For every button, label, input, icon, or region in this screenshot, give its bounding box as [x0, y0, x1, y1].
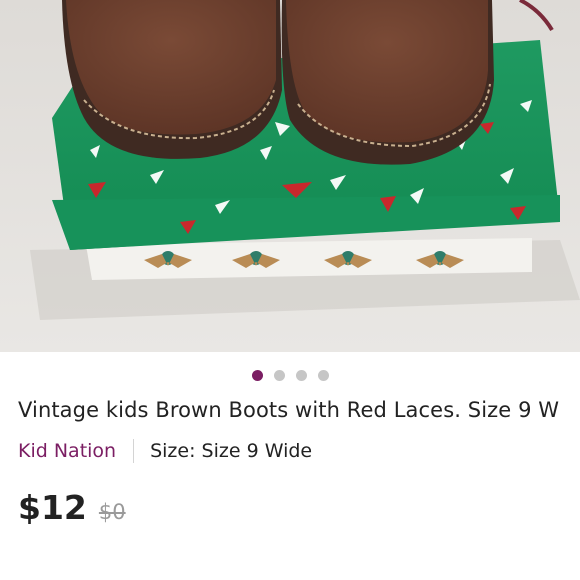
original-price: $0 [98, 500, 126, 524]
size-label-text: Size: [150, 440, 196, 462]
listing-info: Vintage kids Brown Boots with Red Laces.… [18, 394, 566, 527]
brand-link[interactable]: Kid Nation [18, 440, 116, 462]
boots-on-shoebox-image [0, 0, 580, 352]
size-label: Size: Size 9 Wide [150, 440, 312, 462]
size-value: Size 9 Wide [201, 440, 313, 462]
listing-meta: Kid Nation Size: Size 9 Wide [18, 438, 566, 464]
listing-title: Vintage kids Brown Boots with Red Laces.… [18, 398, 560, 422]
meta-divider [133, 439, 135, 463]
listing-photo[interactable] [0, 0, 580, 352]
carousel-dot-3[interactable] [295, 369, 307, 381]
image-carousel-indicator [0, 368, 580, 382]
carousel-dot-4[interactable] [317, 369, 329, 381]
carousel-dot-2[interactable] [273, 369, 285, 381]
listing-price: $12 [18, 488, 87, 527]
carousel-dot-1[interactable] [251, 369, 263, 381]
price-row: $12 $0 [18, 488, 566, 527]
